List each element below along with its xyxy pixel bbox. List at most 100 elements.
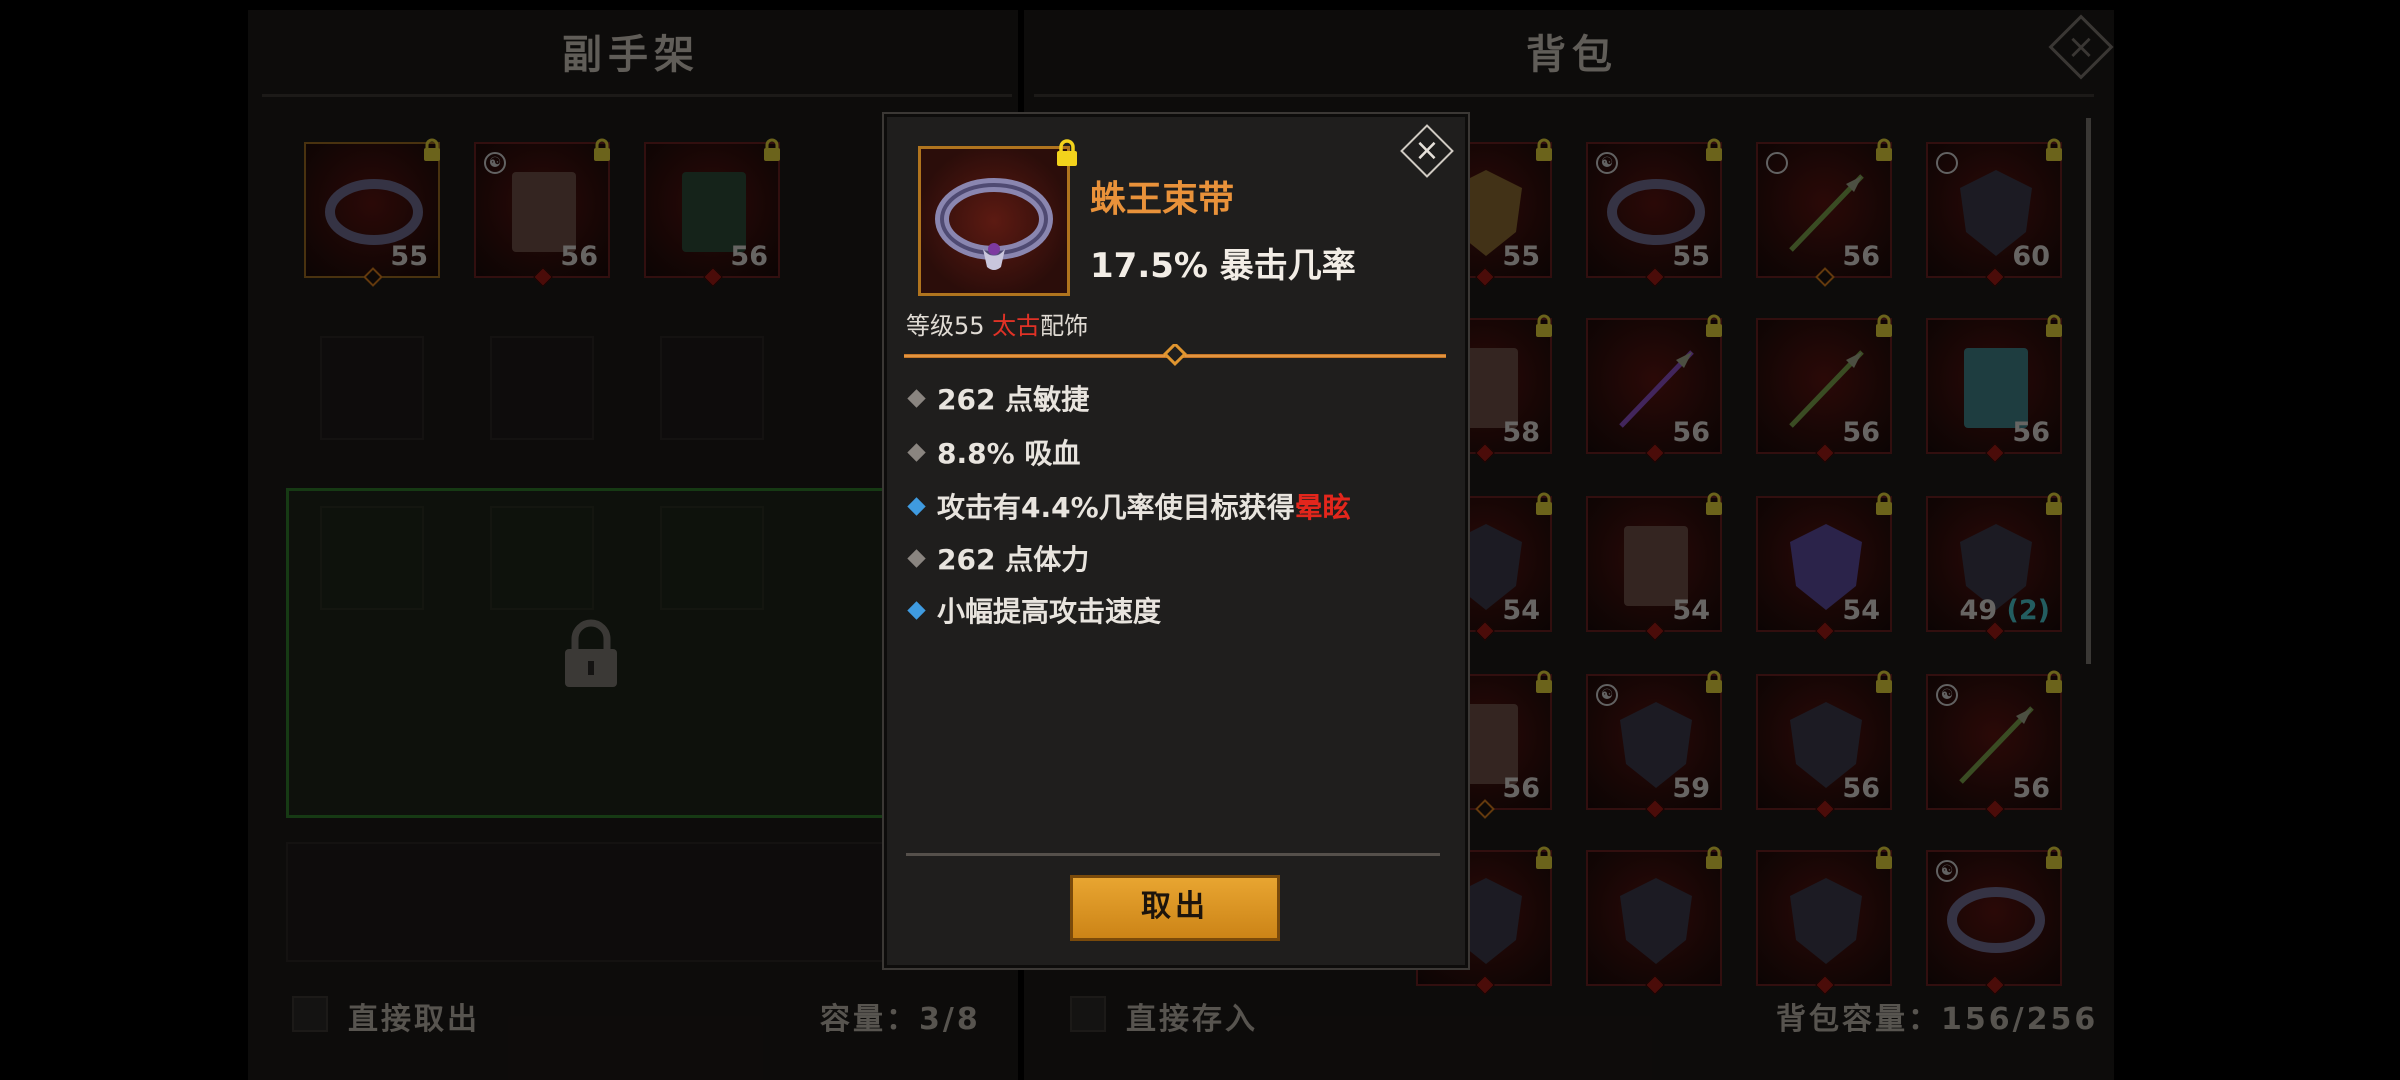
item-level: 54 xyxy=(1842,595,1880,626)
item-slot[interactable] xyxy=(1586,846,1722,995)
item-slot[interactable]: 56 xyxy=(1756,670,1892,819)
lock-icon xyxy=(1536,314,1552,337)
direct-store-checkbox[interactable] xyxy=(1070,996,1106,1032)
direct-take-label: 直接取出 xyxy=(348,1002,480,1037)
direct-store-label: 直接存入 xyxy=(1126,1002,1258,1037)
item-level-label: 等级55 xyxy=(906,312,993,340)
lock-icon xyxy=(2046,314,2062,337)
item-slot[interactable]: ☯ 56 xyxy=(474,138,610,287)
item-level: 55 xyxy=(390,241,428,272)
item-level: 54 xyxy=(1502,595,1540,626)
item-slot[interactable]: 56 xyxy=(1586,314,1722,463)
close-icon: × xyxy=(2066,27,2096,67)
take-out-button[interactable]: 取出 xyxy=(1070,875,1280,941)
belt-icon xyxy=(935,178,1053,270)
item-level: 56 xyxy=(1672,417,1710,448)
empty-slot[interactable] xyxy=(490,336,594,440)
item-slot[interactable]: 56 xyxy=(644,138,780,287)
item-slot[interactable]: 56 xyxy=(1756,314,1892,463)
item-property: 攻击有4.4%几率使目标获得 晕眩 xyxy=(906,486,1351,526)
inventory-scrollbar[interactable] xyxy=(2086,118,2091,664)
item-property: 262 点体力 xyxy=(906,538,1089,578)
lock-icon xyxy=(2046,846,2062,869)
left-divider xyxy=(262,94,1012,97)
lock-icon xyxy=(1706,314,1722,337)
right-divider xyxy=(1034,94,2094,97)
item-level: 55 xyxy=(1502,241,1540,272)
item-property: 小幅提高攻击速度 xyxy=(906,590,1161,630)
item-level: 49 (2) xyxy=(1959,595,2050,626)
item-level: 56 xyxy=(1842,773,1880,804)
right-panel-title: 背包 xyxy=(1526,32,1618,78)
item-slot[interactable]: 56 xyxy=(1756,138,1892,287)
item-name: 蛛王束带 xyxy=(1090,179,1235,220)
yinyang-icon: ☯ xyxy=(1936,860,1958,882)
yinyang-icon: ☯ xyxy=(1596,152,1618,174)
lock-icon xyxy=(1876,846,1892,869)
lock-icon xyxy=(1706,846,1722,869)
lock-icon xyxy=(2046,670,2062,693)
lock-icon xyxy=(594,138,610,161)
item-slot[interactable]: 56 xyxy=(1926,314,2062,463)
direct-take-checkbox[interactable] xyxy=(292,996,328,1032)
lock-icon xyxy=(1536,138,1552,161)
item-slot[interactable]: ☯ 55 xyxy=(1586,138,1722,287)
item-level: 60 xyxy=(2012,241,2050,272)
item-slot[interactable] xyxy=(1756,846,1892,995)
rarity-label: 太古 xyxy=(992,312,1041,340)
padlock-icon xyxy=(565,619,617,687)
item-level: 56 xyxy=(560,241,598,272)
lock-icon xyxy=(1876,138,1892,161)
item-level: 56 xyxy=(2012,773,2050,804)
empty-socket-icon xyxy=(1936,152,1958,174)
item-level: 55 xyxy=(1672,241,1710,272)
item-category: 配饰 xyxy=(1040,312,1089,340)
close-icon: × xyxy=(1414,133,1440,168)
tooltip-footer-divider xyxy=(906,853,1440,856)
lock-icon xyxy=(1876,314,1892,337)
empty-slot[interactable] xyxy=(660,336,764,440)
lock-icon xyxy=(1876,492,1892,515)
lock-icon xyxy=(1536,670,1552,693)
lock-icon xyxy=(424,138,440,161)
left-panel-title: 副手架 xyxy=(562,32,700,78)
lock-icon xyxy=(1057,139,1077,166)
item-level: 56 xyxy=(1842,417,1880,448)
item-level: 56 xyxy=(1502,773,1540,804)
locked-slot-zone xyxy=(286,488,906,818)
item-portrait xyxy=(918,139,1077,296)
lock-icon xyxy=(1536,846,1552,869)
item-level: 54 xyxy=(1672,595,1710,626)
item-level: 56 xyxy=(730,241,768,272)
item-level: 58 xyxy=(1502,417,1540,448)
item-slot[interactable]: ☯ 56 xyxy=(1926,670,2062,819)
item-main-stat: 17.5% 暴击几率 xyxy=(1090,246,1356,286)
item-level: 56 xyxy=(2012,417,2050,448)
item-slot[interactable]: 54 xyxy=(1756,492,1892,641)
item-slot[interactable]: 49 (2) xyxy=(1926,492,2062,641)
item-type: 等级55 太古配饰 xyxy=(906,306,1088,341)
item-slot[interactable]: ☯ xyxy=(1926,846,2062,995)
shelf-capacity: 容量：3/8 xyxy=(820,1002,981,1037)
item-property: 262 点敏捷 xyxy=(906,378,1089,418)
lock-icon xyxy=(1706,670,1722,693)
grey-diamond-icon xyxy=(907,442,926,462)
item-property: 8.8% 吸血 xyxy=(906,432,1080,472)
grey-diamond-icon xyxy=(907,548,926,568)
empty-slot[interactable] xyxy=(320,336,424,440)
inventory-capacity: 背包容量：156/256 xyxy=(1776,1002,2099,1037)
item-level: 56 xyxy=(1842,241,1880,272)
grey-diamond-icon xyxy=(907,388,926,408)
item-slot[interactable]: 55 xyxy=(304,138,440,287)
empty-slot[interactable] xyxy=(286,842,906,962)
lock-icon xyxy=(1706,492,1722,515)
ornate-divider xyxy=(904,344,1446,367)
blue-diamond-icon xyxy=(907,600,926,620)
item-slot[interactable]: 60 xyxy=(1926,138,2062,287)
item-slot[interactable]: ☯ 59 xyxy=(1586,670,1722,819)
lock-icon xyxy=(764,138,780,161)
item-slot[interactable]: 54 xyxy=(1586,492,1722,641)
yinyang-icon: ☯ xyxy=(1936,684,1958,706)
yinyang-icon: ☯ xyxy=(1596,684,1618,706)
blue-diamond-icon xyxy=(907,496,926,516)
